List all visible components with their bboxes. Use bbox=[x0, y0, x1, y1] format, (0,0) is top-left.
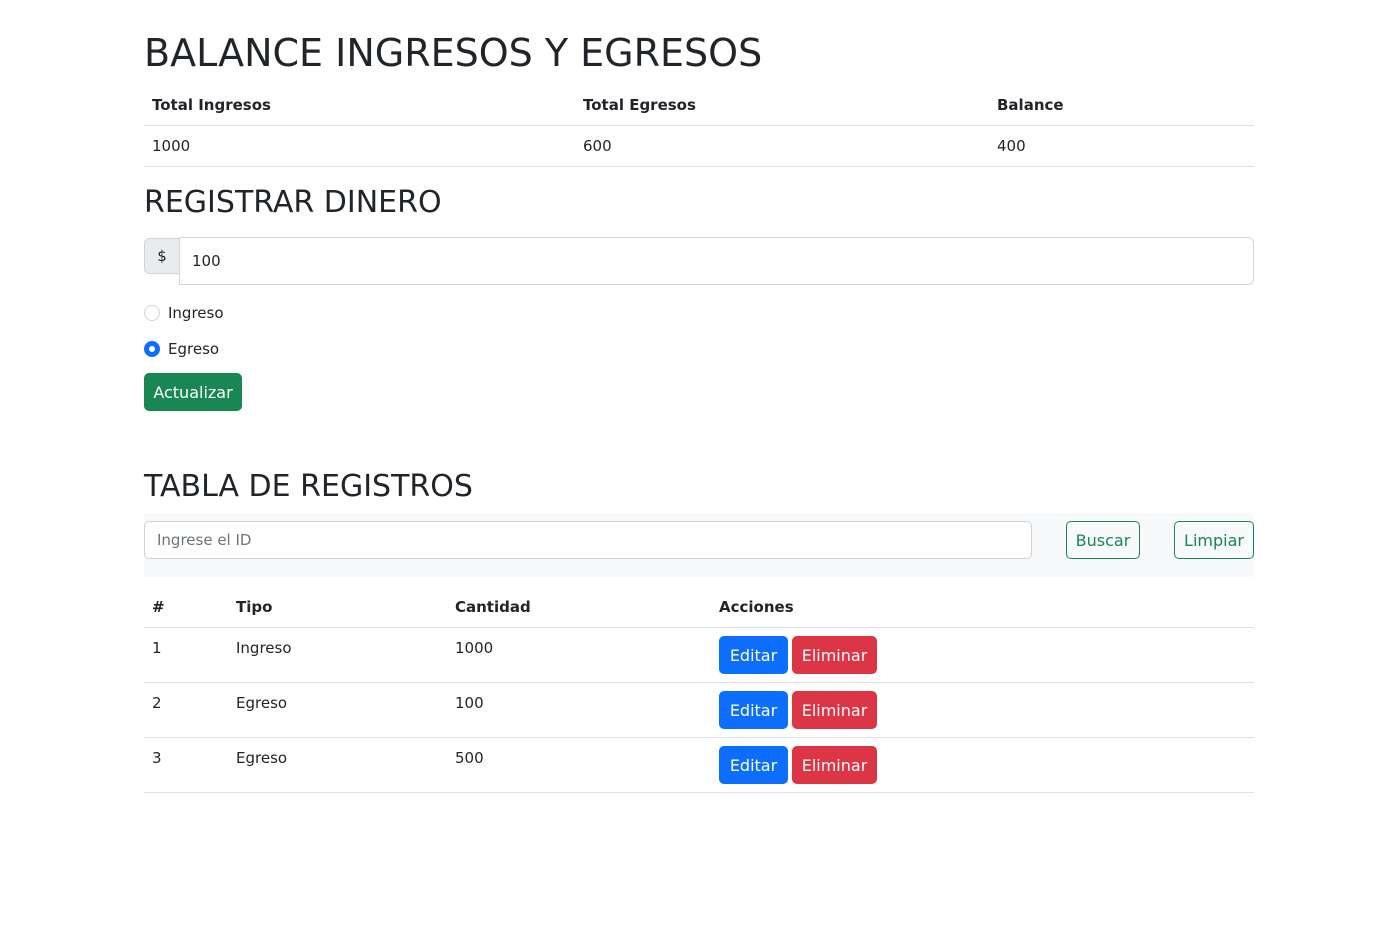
balance-summary-table: Total Ingresos Total Egresos Balance 100… bbox=[144, 85, 1254, 167]
column-header-id: # bbox=[152, 598, 165, 616]
radio-ingreso[interactable]: Ingreso bbox=[144, 301, 224, 325]
row-tipo: Ingreso bbox=[236, 639, 292, 657]
value-total-ingresos: 1000 bbox=[152, 137, 191, 155]
row-tipo: Egreso bbox=[236, 749, 288, 767]
radio-ingreso-label: Ingreso bbox=[168, 304, 224, 322]
balance-summary-header-row: Total Ingresos Total Egresos Balance bbox=[144, 85, 1254, 126]
editar-button[interactable]: Editar bbox=[719, 746, 788, 784]
radio-egreso-label: Egreso bbox=[168, 340, 220, 358]
row-actions: Editar Eliminar bbox=[711, 738, 1254, 792]
search-bar: Buscar Limpiar bbox=[144, 513, 1254, 577]
buscar-button[interactable]: Buscar bbox=[1066, 521, 1140, 559]
eliminar-button[interactable]: Eliminar bbox=[792, 691, 877, 729]
amount-input[interactable] bbox=[179, 237, 1254, 285]
eliminar-button[interactable]: Eliminar bbox=[792, 746, 877, 784]
row-id: 1 bbox=[152, 639, 162, 657]
row-cantidad: 500 bbox=[455, 749, 484, 767]
tabla-title: TABLA DE REGISTROS bbox=[144, 469, 473, 504]
balance-title: BALANCE INGRESOS Y EGRESOS bbox=[144, 31, 763, 75]
editar-button[interactable]: Editar bbox=[719, 691, 788, 729]
row-actions: Editar Eliminar bbox=[711, 683, 1254, 737]
row-id: 2 bbox=[152, 694, 162, 712]
search-id-input[interactable] bbox=[144, 521, 1032, 559]
value-balance: 400 bbox=[997, 137, 1026, 155]
row-id: 3 bbox=[152, 749, 162, 767]
amount-input-group: $ bbox=[144, 237, 1254, 285]
column-header-tipo: Tipo bbox=[236, 598, 273, 616]
registrar-title: REGISTRAR DINERO bbox=[144, 185, 442, 220]
header-balance: Balance bbox=[997, 96, 1064, 114]
radio-ingreso-circle[interactable] bbox=[144, 305, 160, 321]
column-header-acciones: Acciones bbox=[719, 598, 794, 616]
editar-button[interactable]: Editar bbox=[719, 636, 788, 674]
records-header-row: # Tipo Cantidad Acciones bbox=[144, 587, 1254, 628]
row-actions: Editar Eliminar bbox=[711, 628, 1254, 682]
radio-egreso-circle[interactable] bbox=[144, 341, 160, 357]
row-cantidad: 100 bbox=[455, 694, 484, 712]
header-total-ingresos: Total Ingresos bbox=[152, 96, 271, 114]
value-total-egresos: 600 bbox=[583, 137, 612, 155]
table-row: 1 Ingreso 1000 Editar Eliminar bbox=[144, 628, 1254, 683]
column-header-cantidad: Cantidad bbox=[455, 598, 531, 616]
row-cantidad: 1000 bbox=[455, 639, 494, 657]
balance-summary-values-row: 1000 600 400 bbox=[144, 126, 1254, 167]
table-row: 3 Egreso 500 Editar Eliminar bbox=[144, 738, 1254, 793]
radio-egreso[interactable]: Egreso bbox=[144, 337, 219, 361]
limpiar-button[interactable]: Limpiar bbox=[1174, 521, 1254, 559]
actualizar-button[interactable]: Actualizar bbox=[144, 373, 242, 411]
header-total-egresos: Total Egresos bbox=[583, 96, 696, 114]
eliminar-button[interactable]: Eliminar bbox=[792, 636, 877, 674]
records-table: # Tipo Cantidad Acciones 1 Ingreso 1000 … bbox=[144, 587, 1254, 793]
currency-prefix: $ bbox=[144, 238, 179, 274]
row-tipo: Egreso bbox=[236, 694, 288, 712]
table-row: 2 Egreso 100 Editar Eliminar bbox=[144, 683, 1254, 738]
